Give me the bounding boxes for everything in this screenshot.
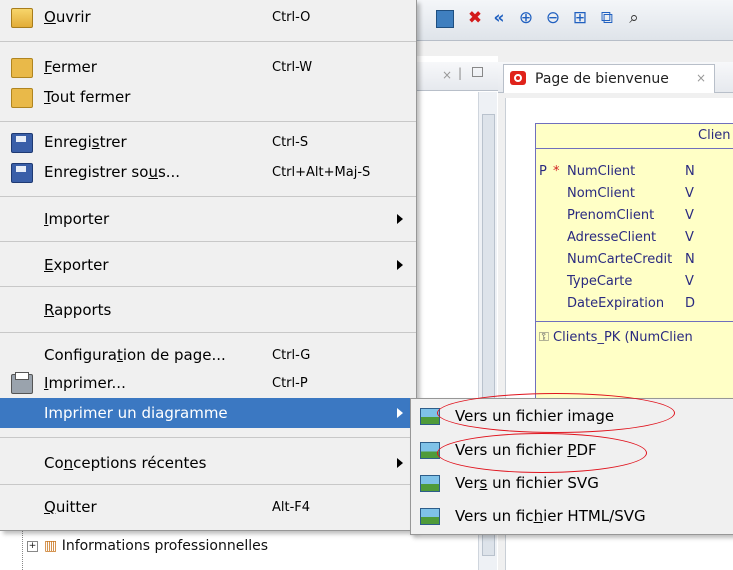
tab-welcome-page[interactable]: Page de bienvenue × <box>503 64 715 93</box>
menu-separator <box>0 121 416 122</box>
menu-separator <box>0 332 416 333</box>
image-icon <box>420 508 440 525</box>
printer-icon <box>11 372 33 394</box>
back-icon[interactable]: « <box>489 8 509 28</box>
entity-attribute: TypeCarte V <box>567 274 694 289</box>
menu-separator <box>0 437 416 438</box>
close-icon[interactable]: × <box>442 68 452 82</box>
folder-open-icon <box>11 8 33 28</box>
file-menu: Ouvrir Ctrl-O Fermer Ctrl-W Tout fermer … <box>0 0 417 531</box>
menu-item-open[interactable]: Ouvrir Ctrl-O <box>0 2 416 32</box>
menu-separator <box>0 41 416 42</box>
entity-divider <box>536 321 733 322</box>
entity-attribute: NomClient V <box>567 186 694 201</box>
submenu-arrow-icon <box>397 214 403 224</box>
image-icon <box>420 475 440 492</box>
menu-separator <box>0 196 416 197</box>
save-as-icon <box>11 163 33 183</box>
folder-icon <box>11 58 33 78</box>
entity-attribute: DateExpiration D <box>567 296 696 311</box>
menu-item-save-as[interactable]: Enregistrer sous... Ctrl+Alt+Maj-S <box>0 157 416 187</box>
menu-item-page-setup[interactable]: Configuration de page... Ctrl-G <box>0 340 416 370</box>
zoom-out-icon[interactable]: ⊖ <box>543 8 563 28</box>
entity-title-bar: Clien <box>536 124 733 149</box>
minimize-icon[interactable] <box>472 67 483 77</box>
save-icon <box>11 133 33 153</box>
entity-key: ⚿ Clients_PK (NumClien <box>539 330 693 345</box>
annotation-ellipse <box>437 433 647 473</box>
menu-item-save[interactable]: Enregistrer Ctrl-S <box>0 127 416 157</box>
menu-separator <box>0 484 416 485</box>
submenu-arrow-icon <box>397 408 403 418</box>
menu-item-reports[interactable]: Rapports <box>0 295 416 325</box>
fit-icon[interactable]: ⊞ <box>570 8 590 28</box>
entity-attribute: P * NumClient N <box>539 164 695 179</box>
package-icon: ▥ <box>44 538 58 554</box>
delete-icon[interactable]: ✖ <box>465 8 485 28</box>
tree-item[interactable]: + ▥ Informations professionnelles <box>27 538 268 554</box>
folder-icon <box>11 88 33 108</box>
annotation-ellipse <box>437 393 675 433</box>
entity-box[interactable]: Clien P * NumClient N NomClient V PrenomClie… <box>535 123 733 412</box>
submenu-arrow-icon <box>397 458 403 468</box>
entity-title: Clien <box>698 128 731 143</box>
menu-item-print[interactable]: Imprimer... Ctrl-P <box>0 368 416 398</box>
find-icon[interactable]: ⌕ <box>624 8 644 28</box>
submenu-item-html-svg[interactable]: Vers un fichier HTML/SVG <box>411 500 733 532</box>
expand-icon[interactable]: + <box>27 540 38 552</box>
submenu-arrow-icon <box>397 260 403 270</box>
menu-item-export[interactable]: Exporter <box>0 250 416 280</box>
tree-line <box>22 530 24 570</box>
tab-label: Page de bienvenue <box>535 71 669 87</box>
menu-separator <box>0 286 416 287</box>
image-icon[interactable] <box>436 10 454 28</box>
menu-item-close[interactable]: Fermer Ctrl-W <box>0 52 416 82</box>
menu-item-recent-designs[interactable]: Conceptions récentes <box>0 448 416 478</box>
entity-attribute: AdresseClient V <box>567 230 694 245</box>
menu-item-import[interactable]: Importer <box>0 204 416 234</box>
key-icon: ⚿ <box>539 330 549 345</box>
oracle-icon <box>510 71 526 85</box>
entity-attribute: NumCarteCredit N <box>567 252 695 267</box>
menu-item-quit[interactable]: Quitter Alt-F4 <box>0 492 416 522</box>
menu-item-print-diagram[interactable]: Imprimer un diagramme <box>0 398 416 428</box>
layout-icon[interactable]: ⧉ <box>597 8 617 28</box>
zoom-in-icon[interactable]: ⊕ <box>516 8 536 28</box>
entity-attribute: PrenomClient V <box>567 208 694 223</box>
menu-item-close-all[interactable]: Tout fermer <box>0 82 416 112</box>
close-icon[interactable]: × <box>696 71 706 85</box>
menu-separator <box>0 241 416 242</box>
divider: | <box>458 66 463 80</box>
